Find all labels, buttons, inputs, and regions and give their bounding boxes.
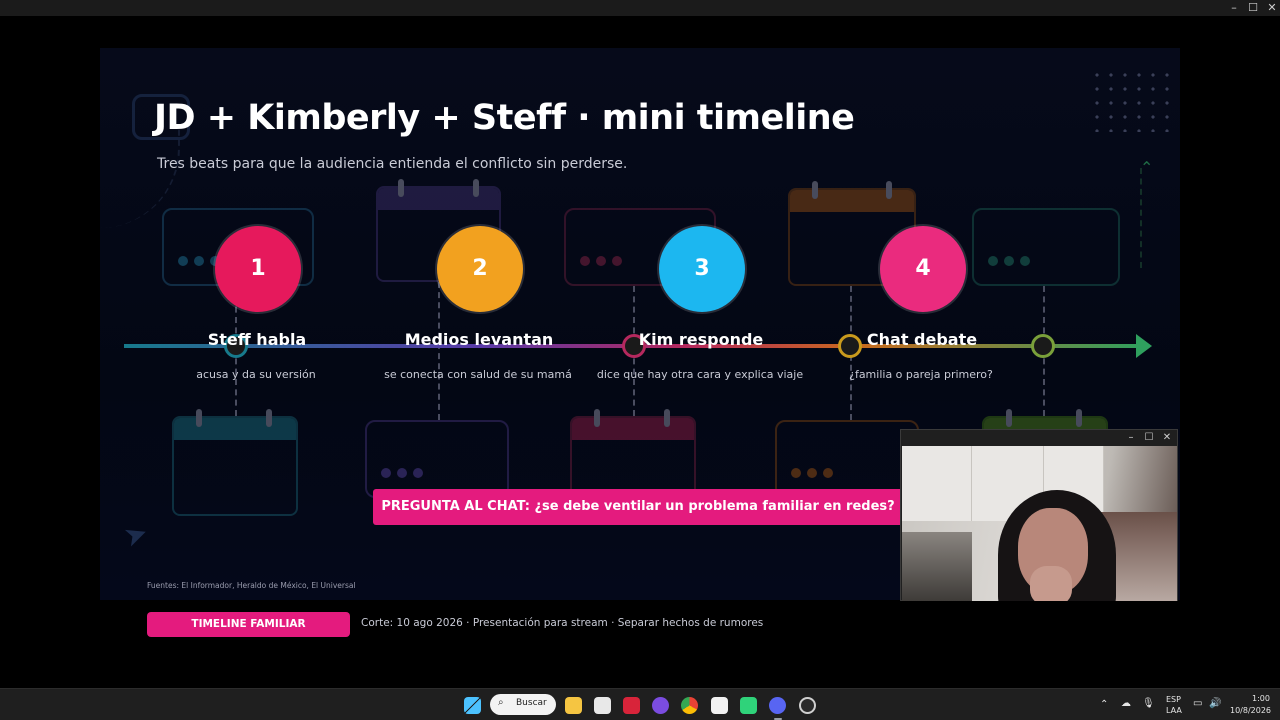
tool-icon[interactable] [594,697,611,714]
beat-2-description: se conecta con salud de su mamá [384,368,572,381]
language-top[interactable]: ESP [1166,695,1181,704]
acrobat-icon[interactable] [623,697,640,714]
volume-icon[interactable]: 🔊 [1209,698,1221,709]
chat-question-banner: PREGUNTA AL CHAT: ¿se debe ventilar un p… [373,489,903,525]
chevron-up-icon[interactable]: ⌃ [1100,699,1108,710]
slide-title: JD + Kimberly + Steff · mini timeline [154,98,855,138]
clock-time[interactable]: 1:00 [1252,694,1270,703]
green-app-icon[interactable] [740,697,757,714]
cloud-icon[interactable]: ☁ [1121,698,1131,709]
windows-start-icon[interactable] [464,697,481,714]
minimize-icon[interactable]: – [1122,430,1140,446]
discord-icon[interactable] [769,697,786,714]
display-icon[interactable]: ▭ [1193,698,1202,709]
arrow-up-icon: ⌃ [1140,158,1154,177]
window-titlebar: – ☐ ✕ [0,0,1280,16]
beat-3-number: 3 [659,226,745,312]
timeline-dash [438,282,440,420]
settings-icon[interactable] [799,697,816,714]
beat-1-number: 1 [215,226,301,312]
beat-4-number: 4 [880,226,966,312]
webcam-window[interactable]: – ☐ ✕ [900,429,1178,601]
chrome-icon[interactable] [681,697,698,714]
slide-subtitle: Tres beats para que la audiencia entiend… [157,156,628,172]
beat-1-title: Steff habla [207,330,307,349]
purple-app-icon[interactable] [652,697,669,714]
beat-3-description: dice que hay otra cara y explica viaje [596,368,804,381]
webcam-feed [902,446,1177,601]
beat-2-number: 2 [437,226,523,312]
dashed-arrow-decoration [1140,168,1170,268]
file-explorer-icon[interactable] [565,697,582,714]
search-label: Buscar [516,698,547,708]
chat-bubble-card [775,420,919,498]
cursor-decoration-icon: ➤ [119,514,153,555]
close-icon[interactable]: ✕ [1158,430,1176,446]
chat-bubble-card [972,208,1120,286]
search-input[interactable]: ⌕ Buscar [490,694,556,715]
search-icon: ⌕ [498,697,504,708]
calendar-card [172,409,298,516]
maximize-icon[interactable]: ☐ [1140,430,1158,446]
minimize-icon[interactable]: – [1224,0,1244,16]
language-bottom[interactable]: LAA [1166,706,1182,715]
beat-4-description: ¿familia o pareja primero? [849,368,993,381]
timeline-badge: TIMELINE FAMILIAR [147,612,350,637]
sources-note: Fuentes: El Informador, Heraldo de Méxic… [147,581,356,590]
chat-bubble-card [365,420,509,498]
maximize-icon[interactable]: ☐ [1243,0,1263,16]
taskbar: ⌕ Buscar ⌃ ☁ 🎙 ESP LAA ▭ 🔊 1:00 10/8/202… [0,688,1280,720]
beat-2-title: Medios levantan [404,330,554,349]
clock-date[interactable]: 10/8/2026 [1230,706,1271,715]
chart-app-icon[interactable] [711,697,728,714]
dots-decoration [1090,68,1170,132]
timeline-arrow-icon [1136,334,1152,358]
beat-3-title: Kim responde [638,330,764,349]
timeline-node [1031,334,1055,358]
footer-meta-text: Corte: 10 ago 2026 · Presentación para s… [361,617,764,629]
beat-4-title: Chat debate [866,330,978,349]
beat-1-description: acusa y da su versión [196,368,316,381]
close-icon[interactable]: ✕ [1262,0,1280,16]
microphone-icon[interactable]: 🎙 [1142,698,1155,709]
webcam-titlebar[interactable]: – ☐ ✕ [901,430,1177,446]
